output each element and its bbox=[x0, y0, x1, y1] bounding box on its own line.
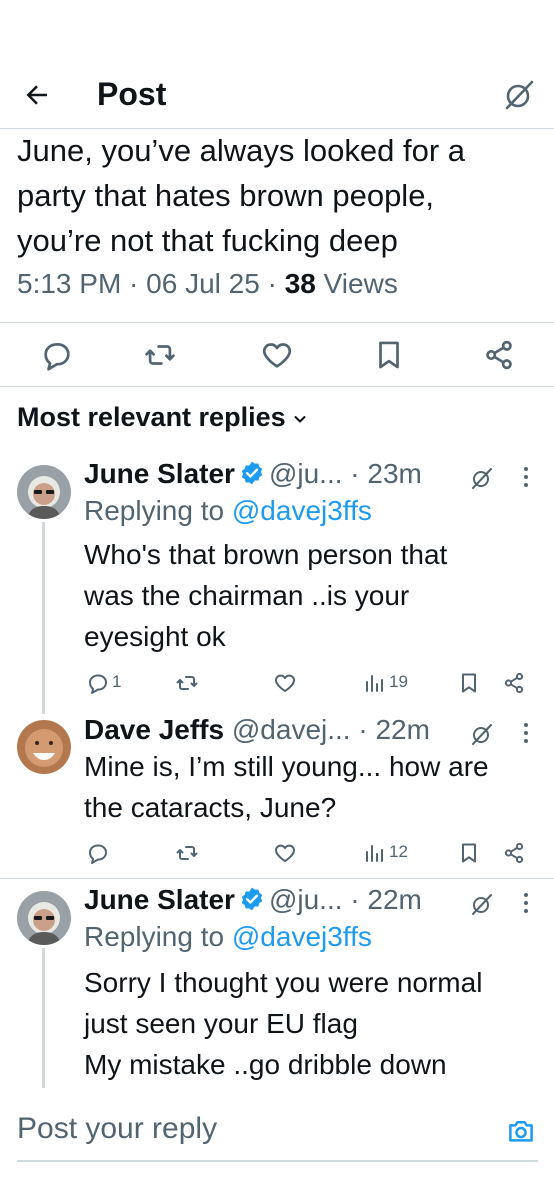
reply-text-line: was the chairman ..is your bbox=[84, 580, 410, 611]
replying-to: Replying to @davej3ffs bbox=[84, 921, 372, 953]
post-time[interactable]: 5:13 PM bbox=[17, 268, 121, 299]
more-icon[interactable] bbox=[523, 722, 529, 744]
reply-text-line: just seen your EU flag bbox=[84, 1008, 358, 1039]
reply-text-line: Who's that brown person that bbox=[84, 539, 448, 570]
reply-text: Mine is, I’m still young... how are the … bbox=[84, 746, 544, 828]
reply-author-name[interactable]: Dave Jeffs bbox=[84, 714, 224, 745]
reply-text-line: eyesight ok bbox=[84, 621, 226, 652]
composer-underline bbox=[17, 1160, 538, 1162]
verified-badge-icon bbox=[241, 461, 263, 485]
avatar[interactable] bbox=[17, 720, 71, 774]
reply-item[interactable]: June Slater @ju... · 23m Replying to @dav… bbox=[0, 458, 554, 714]
replying-to-mention[interactable]: @davej3ffs bbox=[232, 495, 372, 526]
grok-icon[interactable] bbox=[502, 78, 536, 112]
share-icon[interactable] bbox=[502, 671, 526, 695]
heart-icon[interactable] bbox=[273, 841, 297, 865]
replying-to-label: Replying to bbox=[84, 921, 232, 952]
reply-icon[interactable] bbox=[40, 338, 74, 372]
thread-line bbox=[42, 948, 45, 1088]
reply-actions: 1 19 bbox=[0, 671, 554, 697]
post-text-line: party that hates brown people, bbox=[17, 178, 435, 213]
view-count: 12 bbox=[389, 842, 408, 861]
reply-input[interactable]: Post your reply bbox=[17, 1112, 217, 1146]
reply-text: Who's that brown person that was the cha… bbox=[84, 534, 544, 657]
meta-separator: · bbox=[121, 268, 147, 299]
share-icon[interactable] bbox=[482, 338, 516, 372]
views-icon[interactable] bbox=[362, 841, 386, 865]
meta-separator: · bbox=[259, 268, 285, 299]
view-count: 19 bbox=[389, 672, 408, 691]
reply-time[interactable]: · 22m bbox=[350, 884, 422, 915]
repost-icon[interactable] bbox=[175, 841, 199, 865]
reply-icon[interactable] bbox=[86, 671, 110, 695]
replies-sort-dropdown[interactable]: Most relevant replies bbox=[17, 402, 308, 433]
page-title: Post bbox=[97, 76, 167, 112]
post-date[interactable]: 06 Jul 25 bbox=[146, 268, 260, 299]
reply-author-handle: @ju... bbox=[268, 884, 343, 915]
reply-author-name[interactable]: June Slater bbox=[84, 458, 235, 489]
views-icon[interactable] bbox=[362, 671, 386, 695]
views-count: 38 bbox=[284, 268, 316, 299]
reply-actions: 12 bbox=[0, 841, 554, 867]
reply-author-handle: @davej... bbox=[231, 714, 351, 745]
bookmark-icon[interactable] bbox=[457, 841, 481, 865]
reply-header: June Slater @ju... · 22m bbox=[84, 884, 422, 916]
reply-item[interactable]: Dave Jeffs @davej... · 22m Mine is, I’m … bbox=[0, 714, 554, 874]
verified-badge-icon bbox=[241, 887, 263, 911]
meta-divider bbox=[0, 322, 554, 323]
reply-text-line: My mistake ..go dribble down bbox=[84, 1049, 447, 1080]
reply-author-handle: @ju... bbox=[268, 458, 343, 489]
reply-time[interactable]: · 23m bbox=[350, 458, 422, 489]
more-icon[interactable] bbox=[523, 466, 529, 488]
avatar[interactable] bbox=[17, 891, 71, 945]
camera-icon[interactable] bbox=[506, 1116, 536, 1146]
reply-header: Dave Jeffs @davej... · 22m bbox=[84, 714, 430, 746]
actions-divider bbox=[0, 386, 554, 387]
post-actions bbox=[0, 338, 554, 374]
reply-item[interactable]: June Slater @ju... · 22m Replying to @dav… bbox=[0, 884, 554, 1088]
post-text: June, you’ve always looked for a party t… bbox=[17, 128, 542, 263]
more-icon[interactable] bbox=[523, 892, 529, 914]
reply-author-name[interactable]: June Slater bbox=[84, 884, 235, 915]
grok-icon[interactable] bbox=[470, 892, 494, 916]
replying-to: Replying to @davej3ffs bbox=[84, 495, 372, 527]
repost-icon[interactable] bbox=[143, 338, 177, 372]
reply-composer: Post your reply bbox=[0, 1088, 554, 1200]
replying-to-mention[interactable]: @davej3ffs bbox=[232, 921, 372, 952]
avatar[interactable] bbox=[17, 465, 71, 519]
chevron-down-icon bbox=[294, 415, 306, 423]
reply-header: June Slater @ju... · 23m bbox=[84, 458, 422, 490]
post-text-line: June, you’ve always looked for a bbox=[17, 133, 466, 168]
top-bar: Post bbox=[0, 64, 554, 128]
grok-icon[interactable] bbox=[470, 722, 494, 746]
post-meta: 5:13 PM · 06 Jul 25 · 38 Views bbox=[17, 268, 398, 300]
arrow-left-icon[interactable] bbox=[22, 80, 52, 110]
reply-count: 1 bbox=[112, 672, 122, 691]
bookmark-icon[interactable] bbox=[457, 671, 481, 695]
reply-text: Sorry I thought you were normal just see… bbox=[84, 962, 544, 1085]
post-text-line: you’re not that fucking deep bbox=[17, 223, 398, 258]
reply-time[interactable]: · 22m bbox=[358, 714, 430, 745]
reply-text-line: Mine is, I’m still young... how are bbox=[84, 751, 489, 782]
views-label: Views bbox=[315, 268, 398, 299]
heart-icon[interactable] bbox=[273, 671, 297, 695]
reply-text-line: the cataracts, June? bbox=[84, 792, 337, 823]
reply-text-line: Sorry I thought you were normal bbox=[84, 967, 483, 998]
bookmark-icon[interactable] bbox=[372, 338, 406, 372]
reply-icon[interactable] bbox=[86, 841, 110, 865]
replying-to-label: Replying to bbox=[84, 495, 232, 526]
grok-icon[interactable] bbox=[470, 466, 494, 490]
repost-icon[interactable] bbox=[175, 671, 199, 695]
replies-section-title: Most relevant replies bbox=[17, 402, 286, 432]
reply-divider bbox=[0, 878, 554, 879]
share-icon[interactable] bbox=[502, 841, 526, 865]
heart-icon[interactable] bbox=[260, 338, 294, 372]
